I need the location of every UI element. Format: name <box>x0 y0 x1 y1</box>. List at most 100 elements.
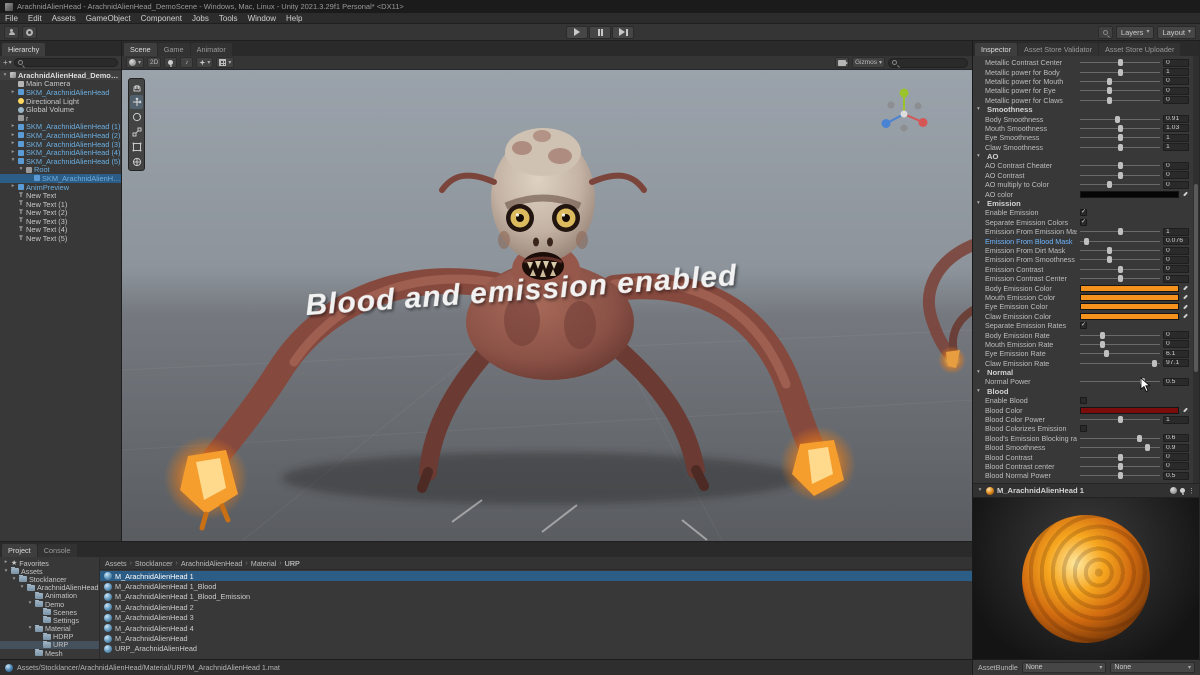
hierarchy-item[interactable]: T New Text <box>0 191 121 200</box>
view-tool-button[interactable] <box>130 80 143 94</box>
transform-tool-button[interactable] <box>130 155 143 169</box>
foldout-arrow-icon[interactable]: ▾ <box>977 487 983 494</box>
property-slider[interactable] <box>1080 265 1160 274</box>
property-value-field[interactable]: 97.1 <box>1163 359 1189 368</box>
inspector-property-row[interactable]: AO Contrast 0 <box>973 171 1193 180</box>
property-value-field[interactable]: 0 <box>1163 58 1189 67</box>
property-slider[interactable] <box>1080 180 1160 189</box>
property-value-field[interactable]: 0 <box>1163 274 1189 283</box>
inspector-property-row[interactable]: Blood Contrast center 0 <box>973 462 1193 471</box>
foldout-arrow-icon[interactable]: ▸ <box>10 124 16 130</box>
project-file-row[interactable]: M_ArachnidAlienHead 1 <box>100 571 972 582</box>
inspector-property-row[interactable]: Mouth Emission Color <box>973 293 1193 302</box>
tab-console[interactable]: Console <box>37 544 77 557</box>
property-value-field[interactable]: 0 <box>1163 462 1189 471</box>
inspector-property-row[interactable]: Body Emission Color <box>973 283 1193 293</box>
account-button[interactable] <box>4 25 19 39</box>
property-value-field[interactable]: 1 <box>1163 415 1189 424</box>
inspector-property-row[interactable]: Eye Smoothness 1 <box>973 133 1193 142</box>
foldout-arrow-icon[interactable]: ▾ <box>11 576 17 583</box>
menu-item-window[interactable]: Window <box>243 14 281 23</box>
hierarchy-search[interactable] <box>13 58 118 67</box>
property-slider[interactable] <box>1080 453 1160 462</box>
property-slider[interactable] <box>1080 96 1160 105</box>
menu-item-assets[interactable]: Assets <box>47 14 81 23</box>
property-slider[interactable] <box>1080 171 1160 180</box>
slider-handle[interactable] <box>1118 124 1123 132</box>
eyedropper-icon[interactable] <box>1182 407 1189 414</box>
inspector-property-row[interactable]: Claw Smoothness 1 <box>973 143 1193 152</box>
tab-scene[interactable]: Scene <box>124 43 157 56</box>
scrollbar-thumb[interactable] <box>1194 184 1198 372</box>
project-folder-row[interactable]: HDRP <box>0 632 99 641</box>
slider-handle[interactable] <box>1118 68 1123 76</box>
hierarchy-item[interactable]: T New Text (5) <box>0 234 121 243</box>
property-value-field[interactable]: 0 <box>1163 246 1189 255</box>
search-button[interactable] <box>1097 25 1113 39</box>
hierarchy-item[interactable]: Global Volume <box>0 105 121 114</box>
eyedropper-icon[interactable] <box>1182 191 1189 198</box>
inspector-section-header[interactable]: ▾ Normal <box>973 368 1193 377</box>
property-value-field[interactable]: 1 <box>1163 227 1189 236</box>
slider-handle[interactable] <box>1103 350 1109 358</box>
lighting-toggle[interactable] <box>164 57 178 68</box>
layers-dropdown[interactable]: Layers ▾ <box>1115 25 1155 39</box>
preview-shape-icon[interactable] <box>1170 487 1177 494</box>
inspector-property-row[interactable]: Enable Emission ✓ <box>973 208 1193 217</box>
slider-handle[interactable] <box>1151 359 1157 367</box>
inspector-property-row[interactable]: Metallic power for Body 1 <box>973 67 1193 77</box>
foldout-arrow-icon[interactable]: ▾ <box>19 584 25 591</box>
property-slider[interactable] <box>1080 471 1160 480</box>
slider-handle[interactable] <box>1106 247 1112 254</box>
scale-tool-button[interactable] <box>130 125 143 139</box>
property-value-field[interactable]: 0 <box>1163 180 1189 189</box>
property-slider[interactable] <box>1080 462 1160 471</box>
property-slider[interactable] <box>1080 124 1160 133</box>
property-slider[interactable] <box>1080 434 1160 443</box>
property-checkbox[interactable] <box>1080 397 1087 405</box>
property-value-field[interactable]: 0 <box>1163 453 1189 462</box>
slider-handle[interactable] <box>1106 96 1112 104</box>
property-value-field[interactable]: 0 <box>1163 171 1189 180</box>
property-slider[interactable] <box>1080 349 1160 358</box>
property-slider[interactable] <box>1080 115 1160 124</box>
breadcrumb-item[interactable]: Stocklancer <box>135 559 173 568</box>
property-checkbox[interactable] <box>1080 425 1087 433</box>
inspector-property-row[interactable]: Body Emission Rate 0 <box>973 330 1193 340</box>
slider-handle[interactable] <box>1106 87 1112 95</box>
hierarchy-item[interactable]: SKM_ArachnidAlienHead <box>0 174 121 183</box>
inspector-property-row[interactable]: Mouth Smoothness 1.03 <box>973 124 1193 133</box>
foldout-arrow-icon[interactable]: ▸ <box>3 560 9 566</box>
material-preview-header[interactable]: ▾ M_ArachnidAlienHead 1 ⋮ <box>973 483 1199 497</box>
property-value-field[interactable]: 1.03 <box>1163 124 1189 133</box>
property-slider[interactable] <box>1080 161 1160 170</box>
menu-item-component[interactable]: Component <box>136 14 187 23</box>
property-value-field[interactable]: 0 <box>1163 340 1189 349</box>
eyedropper-icon[interactable] <box>1182 294 1189 301</box>
rect-tool-button[interactable] <box>130 140 143 154</box>
inspector-property-row[interactable]: Blood Color <box>973 405 1193 415</box>
project-folder-row[interactable]: ▾ Material <box>0 624 99 633</box>
inspector-property-row[interactable]: Blood Colorizes Emission <box>973 424 1193 433</box>
project-folder-row[interactable]: Animation <box>0 591 99 600</box>
project-folder-row[interactable]: ▾ Assets <box>0 567 99 575</box>
foldout-arrow-icon[interactable]: ▸ <box>10 89 16 96</box>
rotate-tool-button[interactable] <box>130 110 143 124</box>
property-checkbox[interactable]: ✓ <box>1080 209 1087 217</box>
property-checkbox[interactable]: ✓ <box>1080 322 1087 330</box>
slider-handle[interactable] <box>1140 378 1146 386</box>
slider-handle[interactable] <box>1118 275 1123 283</box>
project-folder-row[interactable]: Scenes <box>0 608 99 616</box>
inspector-property-row[interactable]: Metallic power for Mouth 0 <box>973 77 1193 86</box>
foldout-arrow-icon[interactable]: ▸ <box>10 184 16 190</box>
inspector-property-row[interactable]: Blood Smoothness 0.9 <box>973 443 1193 452</box>
project-folder-row[interactable]: ▾ Demo <box>0 599 99 608</box>
assetbundle-dropdown-1[interactable]: None ▾ <box>1021 662 1107 673</box>
property-value-field[interactable]: 0 <box>1163 161 1189 170</box>
property-value-field[interactable]: 6.1 <box>1163 349 1189 358</box>
menu-item-tools[interactable]: Tools <box>214 14 243 23</box>
property-value-field[interactable]: 0 <box>1163 86 1189 95</box>
property-value-field[interactable]: 0 <box>1163 331 1189 340</box>
property-value-field[interactable]: 0.6 <box>1163 434 1189 443</box>
inspector-section-header[interactable]: ▾ Emission <box>973 199 1193 208</box>
